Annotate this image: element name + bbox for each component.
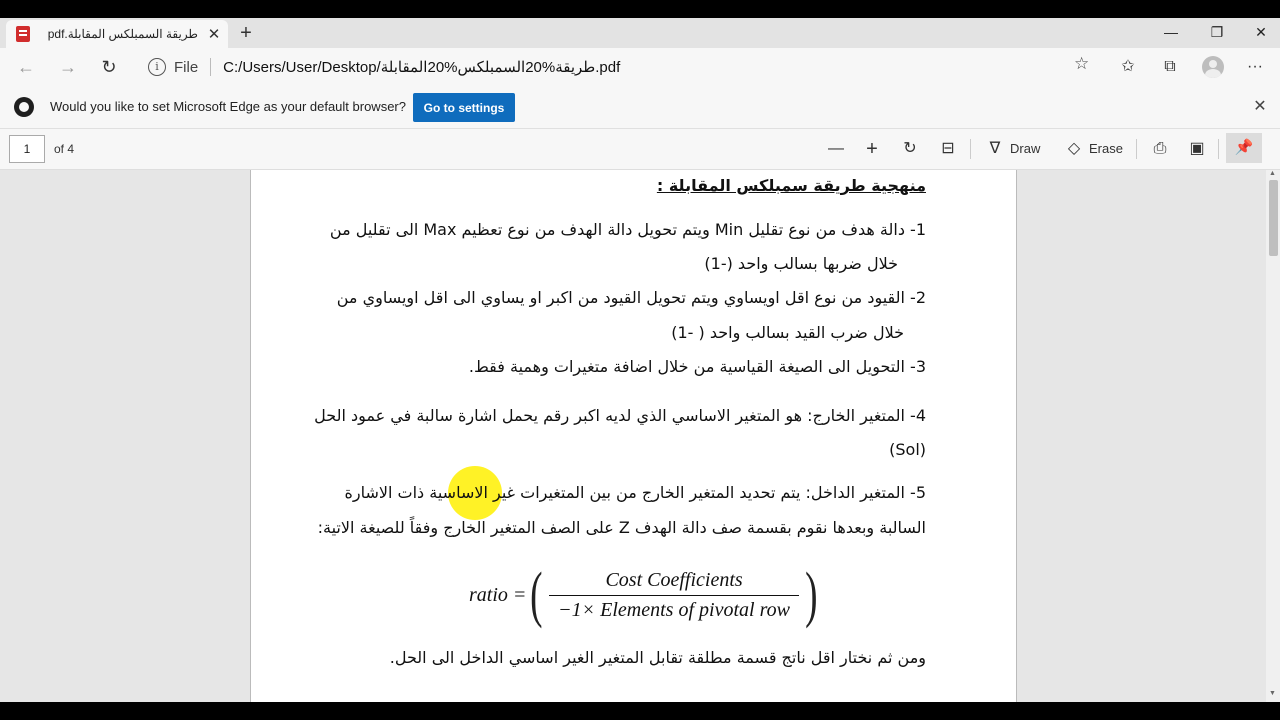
save-icon[interactable]: ▣ (1187, 138, 1207, 160)
ratio-formula: ratio = ( Cost Coefficients −1× Elements… (469, 564, 822, 626)
profile-avatar[interactable] (1202, 56, 1224, 78)
formula-fraction: Cost Coefficients −1× Elements of pivota… (549, 568, 800, 622)
toolbar-divider (1218, 139, 1219, 159)
page-count: of 4 (54, 142, 75, 156)
document-line: خلال ضربها بسالب واحد (-1) (704, 254, 898, 273)
fit-to-page-icon[interactable]: ⊟ (938, 138, 958, 160)
document-line: 3- التحويل الى الصيغة القياسية من خلال ا… (468, 357, 926, 376)
refresh-icon[interactable]: ↻ (95, 54, 123, 80)
default-browser-infobar: Would you like to set Microsoft Edge as … (0, 86, 1280, 129)
document-line: السالبة وبعدها نقوم بقسمة صف دالة الهدف … (317, 518, 926, 537)
draw-button[interactable]: Draw (1010, 138, 1040, 160)
tab-title: pdf.طريقة السمبلكس المقابلة (47, 27, 198, 41)
document-line: 4- المتغير الخارج: هو المتغير الاساسي ال… (314, 406, 926, 425)
toolbar-divider (1136, 139, 1137, 159)
right-paren: ) (805, 561, 818, 629)
pdf-viewer[interactable]: منهجية طريقة سمبلكس المقابلة : 1- دالة ه… (0, 170, 1280, 702)
infobar-close-icon[interactable]: ✕ (1250, 96, 1270, 116)
new-tab-button[interactable]: + (236, 20, 256, 46)
formula-denominator: −1× Elements of pivotal row (558, 598, 790, 621)
left-paren: ( (530, 561, 543, 629)
bottom-black-bar (0, 702, 1280, 720)
document-line: ومن ثم نختار اقل ناتج قسمة مطلقة تقابل ا… (389, 648, 926, 667)
scrollbar-thumb[interactable] (1269, 180, 1278, 256)
forward-icon[interactable]: → (54, 54, 82, 80)
document-line: 2- القيود من نوع اقل اويساوي ويتم تحويل … (336, 288, 926, 307)
address-bar[interactable]: i File C:/Users/User/Desktop/طريقة%20الس… (140, 52, 1104, 82)
top-black-bar (0, 0, 1280, 18)
favorite-star-icon[interactable]: ☆ (1074, 54, 1089, 74)
print-icon[interactable]: ⎙ (1150, 138, 1170, 160)
more-options-icon[interactable]: ··· (1243, 56, 1267, 78)
edge-logo-icon (14, 97, 34, 117)
pdf-toolbar: 1 of 4 — + ↻ ⊟ ∇ Draw ◇ Erase ⎙ ▣ 📌 (0, 129, 1280, 170)
tab-strip: pdf.طريقة السمبلكس المقابلة ✕ (0, 18, 1280, 48)
vertical-scrollbar[interactable]: ▲ ▼ (1266, 170, 1280, 702)
url-text[interactable]: C:/Users/User/Desktop/طريقة%20السمبلكس%2… (223, 58, 620, 76)
document-line: 1- دالة هدف من نوع تقليل Min ويتم تحويل … (329, 220, 926, 239)
infobar-message: Would you like to set Microsoft Edge as … (50, 99, 406, 114)
draw-icon[interactable]: ∇ (988, 138, 1002, 160)
document-heading: منهجية طريقة سمبلكس المقابلة : (656, 176, 926, 195)
favorites-icon[interactable]: ✩ (1116, 56, 1140, 78)
go-to-settings-button[interactable]: Go to settings (413, 93, 515, 122)
pdf-file-icon (16, 26, 30, 42)
rotate-icon[interactable]: ↻ (900, 138, 920, 160)
document-line: 5- المتغير الداخل: يتم تحديد المتغير الخ… (344, 483, 927, 502)
pin-toolbar-icon[interactable]: 📌 (1226, 133, 1262, 163)
info-icon[interactable]: i (148, 58, 166, 76)
formula-numerator: Cost Coefficients (605, 568, 743, 591)
file-label: File (174, 58, 199, 76)
address-divider (210, 58, 212, 76)
tab-close-button[interactable]: ✕ (206, 25, 222, 43)
minimize-button[interactable]: — (1148, 18, 1194, 48)
close-window-button[interactable]: ✕ (1238, 18, 1280, 48)
page-number-input[interactable]: 1 (9, 135, 45, 163)
erase-button[interactable]: Erase (1089, 138, 1123, 160)
browser-tab[interactable]: pdf.طريقة السمبلكس المقابلة ✕ (6, 20, 228, 48)
document-line: (Sol) (889, 440, 926, 459)
formula-lhs: ratio = (469, 583, 527, 606)
pdf-page: منهجية طريقة سمبلكس المقابلة : 1- دالة ه… (250, 170, 1017, 702)
zoom-in-icon[interactable]: + (862, 138, 882, 160)
address-bar-row: ← → ↻ i File C:/Users/User/Desktop/طريقة… (0, 48, 1280, 86)
document-line: خلال ضرب القيد بسالب واحد ( -1) (671, 323, 904, 342)
back-icon[interactable]: ← (12, 54, 40, 80)
collections-icon[interactable]: ⧉ (1158, 56, 1182, 78)
maximize-button[interactable]: ❐ (1194, 18, 1240, 48)
erase-icon[interactable]: ◇ (1066, 138, 1082, 160)
toolbar-divider (970, 139, 971, 159)
scroll-up-icon[interactable]: ▲ (1269, 170, 1276, 177)
zoom-out-icon[interactable]: — (826, 138, 846, 160)
scroll-down-icon[interactable]: ▼ (1269, 690, 1276, 697)
